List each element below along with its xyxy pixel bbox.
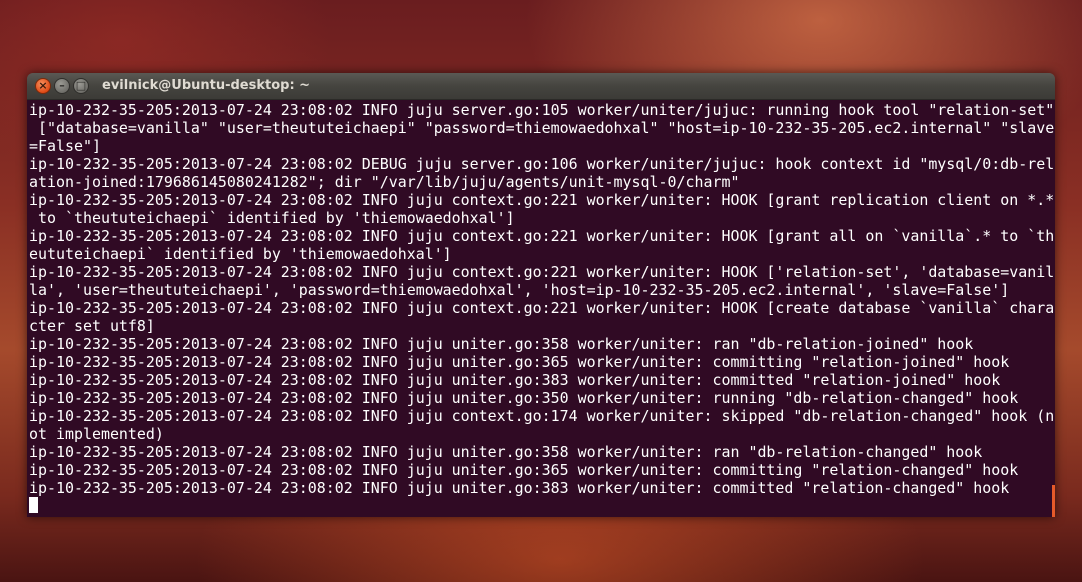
terminal-line: to `theututeichaepi` identified by 'thie… xyxy=(29,209,515,227)
terminal-line: ip-10-232-35-205:2013-07-24 23:08:02 INF… xyxy=(29,479,1010,497)
terminal-line: ip-10-232-35-205:2013-07-24 23:08:02 INF… xyxy=(29,263,1055,281)
terminal-output[interactable]: ip-10-232-35-205:2013-07-24 23:08:02 INF… xyxy=(27,100,1055,517)
terminal-line: la', 'user=theututeichaepi', 'password=t… xyxy=(29,281,1010,299)
terminal-line: ip-10-232-35-205:2013-07-24 23:08:02 INF… xyxy=(29,101,1055,119)
terminal-line: ip-10-232-35-205:2013-07-24 23:08:02 INF… xyxy=(29,227,1055,245)
terminal-line: ip-10-232-35-205:2013-07-24 23:08:02 INF… xyxy=(29,371,1001,389)
terminal-line: ip-10-232-35-205:2013-07-24 23:08:02 INF… xyxy=(29,389,1019,407)
terminal-line: ip-10-232-35-205:2013-07-24 23:08:02 INF… xyxy=(29,443,983,461)
terminal-line: eututeichaepi` identified by 'thiemowaed… xyxy=(29,245,452,263)
terminal-line: ip-10-232-35-205:2013-07-24 23:08:02 INF… xyxy=(29,191,1055,209)
terminal-line: ip-10-232-35-205:2013-07-24 23:08:02 DEB… xyxy=(29,155,1055,173)
terminal-cursor xyxy=(29,497,38,513)
window-title: evilnick@Ubuntu-desktop: ~ xyxy=(102,78,311,93)
terminal-line: ip-10-232-35-205:2013-07-24 23:08:02 INF… xyxy=(29,461,1019,479)
minimize-icon[interactable]: – xyxy=(54,78,70,94)
window-titlebar[interactable]: × – □ evilnick@Ubuntu-desktop: ~ xyxy=(27,73,1055,100)
terminal-line: ot implemented) xyxy=(29,425,164,443)
terminal-line: ip-10-232-35-205:2013-07-24 23:08:02 INF… xyxy=(29,299,1055,317)
terminal-window: × – □ evilnick@Ubuntu-desktop: ~ ip-10-2… xyxy=(27,73,1055,517)
terminal-scrollbar[interactable] xyxy=(1052,485,1055,517)
close-icon[interactable]: × xyxy=(35,78,51,94)
maximize-icon[interactable]: □ xyxy=(73,78,89,94)
terminal-line: cter set utf8] xyxy=(29,317,155,335)
terminal-prompt-line[interactable] xyxy=(29,497,1055,515)
terminal-line: ip-10-232-35-205:2013-07-24 23:08:02 INF… xyxy=(29,353,1010,371)
terminal-line: ["database=vanilla" "user=theututeichaep… xyxy=(29,119,1055,137)
terminal-line: ip-10-232-35-205:2013-07-24 23:08:02 INF… xyxy=(29,335,974,353)
terminal-line: ip-10-232-35-205:2013-07-24 23:08:02 INF… xyxy=(29,407,1055,425)
terminal-line: ation-joined:179686145080241282"; dir "/… xyxy=(29,173,740,191)
terminal-line: =False"] xyxy=(29,137,101,155)
